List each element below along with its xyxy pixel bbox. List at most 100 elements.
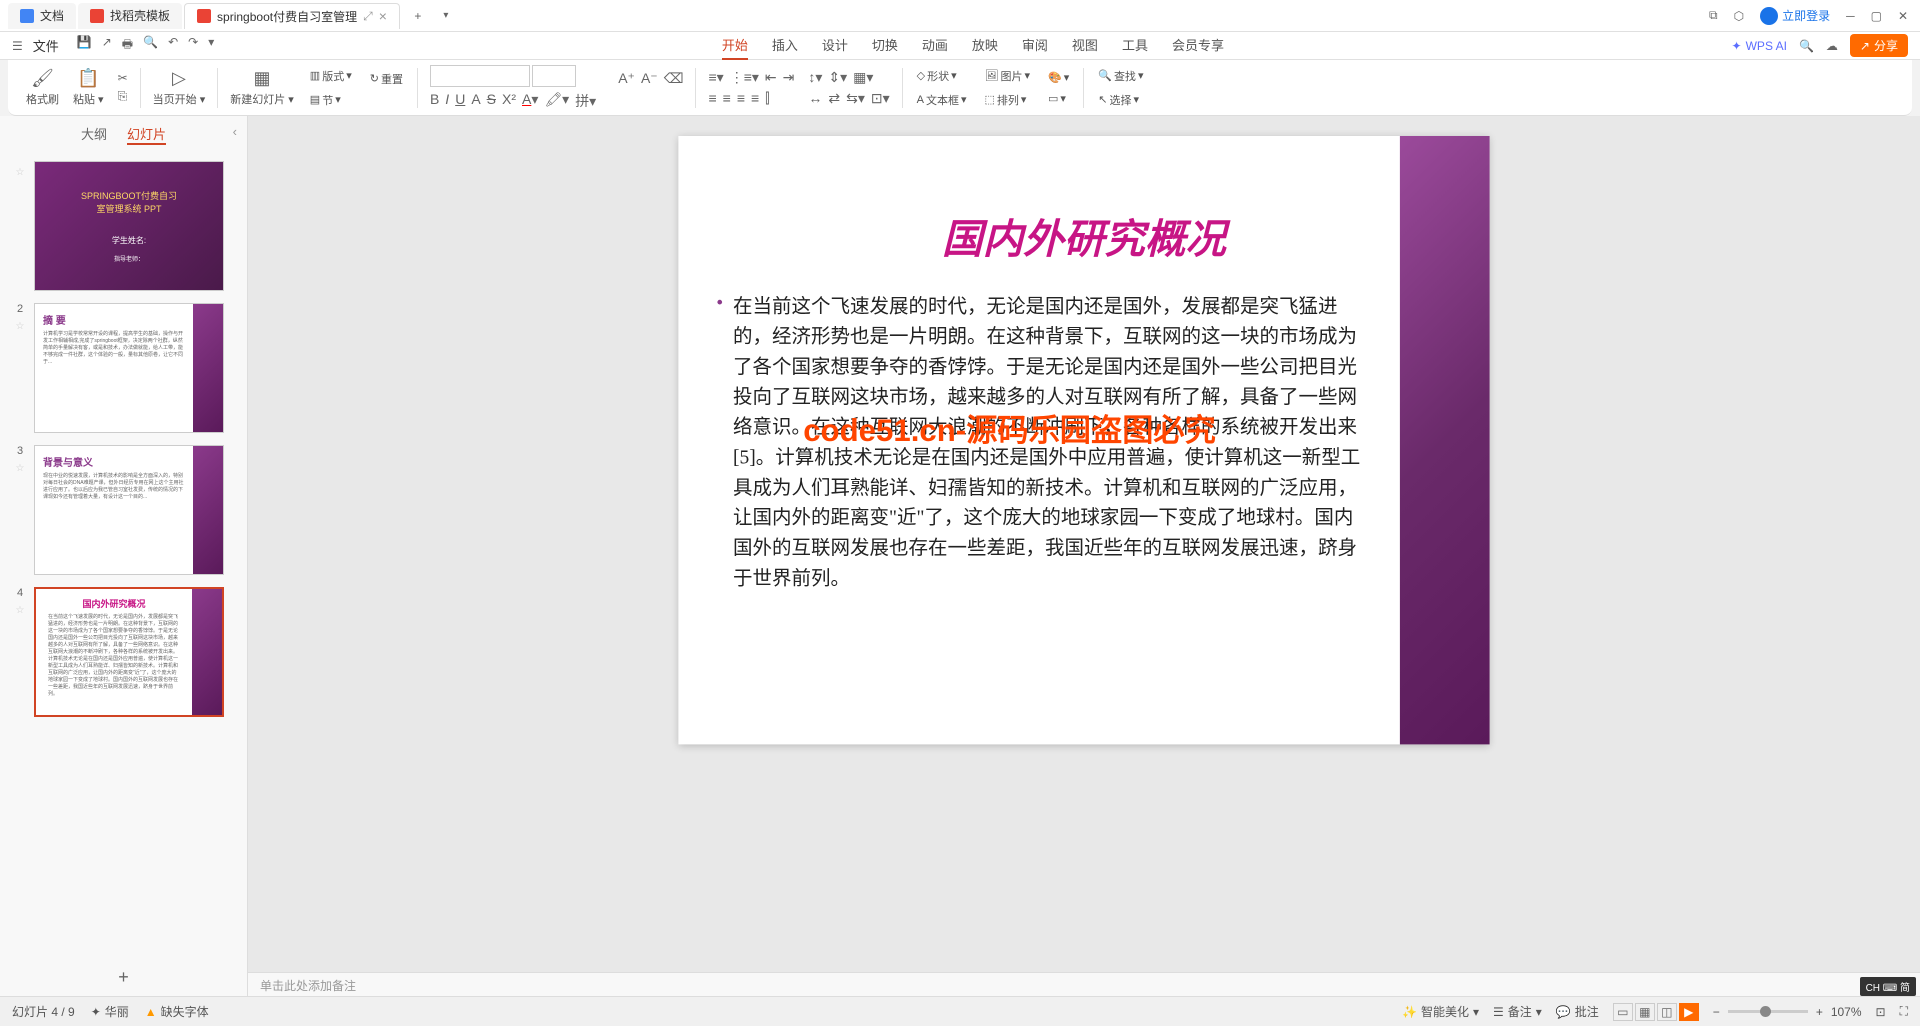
clear-format-icon[interactable]: ⌫ <box>664 70 684 87</box>
login-button[interactable]: 立即登录 <box>1760 7 1830 25</box>
missing-font-warning[interactable]: ▲缺失字体 <box>145 1003 209 1020</box>
star-icon[interactable]: ☆ <box>16 321 25 332</box>
doc-tab-1[interactable]: 文档 <box>8 3 76 29</box>
format-painter-button[interactable]: 🖌 格式刷 <box>26 68 59 107</box>
slide-thumb-2[interactable]: 摘 要 计算机学习是学校常常开设的课程，提高学生的基础，操作与开发工作相辅相成,… <box>34 303 224 433</box>
notes-button[interactable]: ☰备注▾ <box>1493 1003 1542 1020</box>
decrease-indent-icon[interactable]: ⇤ <box>765 69 777 86</box>
doc-tab-2[interactable]: 找稻壳模板 <box>78 3 182 29</box>
outline-button[interactable]: ▭▾ <box>1046 90 1071 107</box>
font-color-icon[interactable]: A▾ <box>522 91 538 111</box>
add-slide-button[interactable]: + <box>0 959 247 996</box>
increase-font-icon[interactable]: A⁺ <box>618 70 635 87</box>
share-button[interactable]: ↗ 分享 <box>1850 34 1908 57</box>
box-icon[interactable]: ⬡ <box>1734 9 1744 23</box>
tab-member[interactable]: 会员专享 <box>1172 31 1224 60</box>
close-icon[interactable]: × <box>379 8 387 24</box>
canvas-scroll[interactable]: 国内外研究概况 在当前这个飞速发展的时代，无论是国内还是国外，发展都是突飞猛进的… <box>248 116 1920 972</box>
multiwin-icon[interactable]: ⧉ <box>1709 8 1718 23</box>
save-icon[interactable]: 💾 <box>77 35 92 56</box>
expand-icon[interactable]: ⛶ <box>1900 1004 1908 1019</box>
slide-thumb-1[interactable]: SPRINGBOOT付费自习 室管理系统 PPT 学生姓名: 指导老师： <box>34 161 224 291</box>
minimize-icon[interactable]: ─ <box>1846 9 1855 23</box>
indent-icon[interactable]: ⇄ <box>828 90 840 107</box>
cloud-icon[interactable]: ☁ <box>1826 39 1838 53</box>
text-direction-icon[interactable]: ↕▾ <box>808 69 822 86</box>
line-spacing-icon[interactable]: ⇕▾ <box>828 69 847 86</box>
align-center-icon[interactable]: ≡ <box>723 90 731 107</box>
tab-start[interactable]: 开始 <box>722 31 748 60</box>
numbering-icon[interactable]: ⋮≡▾ <box>730 69 759 86</box>
star-icon[interactable]: ☆ <box>16 167 25 178</box>
tab-transition[interactable]: 切换 <box>872 31 898 60</box>
doc-tab-3[interactable]: springboot付费自习室管理 ⤢ × <box>184 3 400 29</box>
new-slide-button[interactable]: ▦ 新建幻灯片 ▾ <box>230 68 294 107</box>
tab-animation[interactable]: 动画 <box>922 31 948 60</box>
start-from-button[interactable]: ▷ 当页开始 ▾ <box>153 68 206 107</box>
normal-view-icon[interactable]: ▭ <box>1613 1003 1633 1021</box>
copy-icon[interactable]: ⎘ <box>118 89 128 104</box>
columns-icon[interactable]: ▦▾ <box>853 69 873 86</box>
italic-icon[interactable]: I <box>445 91 449 111</box>
underline-icon[interactable]: U <box>455 91 465 111</box>
fill-button[interactable]: 🎨▾ <box>1046 69 1071 86</box>
hamburger-icon[interactable]: ☰ <box>12 39 23 53</box>
slide-title[interactable]: 国内外研究概况 <box>942 206 1226 265</box>
star-icon[interactable]: ☆ <box>16 463 25 474</box>
add-tab-button[interactable]: + <box>406 4 430 28</box>
slide-canvas[interactable]: 国内外研究概况 在当前这个飞速发展的时代，无论是国内还是国外，发展都是突飞猛进的… <box>678 136 1489 744</box>
tab-insert[interactable]: 插入 <box>772 31 798 60</box>
thumbnail-list[interactable]: ☆ SPRINGBOOT付费自习 室管理系统 PPT 学生姓名: 指导老师： 2… <box>0 153 247 959</box>
tab-design[interactable]: 设计 <box>822 31 848 60</box>
tab-tools[interactable]: 工具 <box>1122 31 1148 60</box>
zoom-slider[interactable] <box>1728 1010 1808 1013</box>
slideshow-view-icon[interactable]: ▶ <box>1679 1003 1699 1021</box>
font-size-select[interactable] <box>532 65 576 87</box>
slide-thumb-3[interactable]: 背景与意义 现在中业的悦速发展，计算机技术的影响是全方面深入的，特别对每日社会的… <box>34 445 224 575</box>
align-right-icon[interactable]: ≡ <box>737 90 745 107</box>
increase-indent-icon[interactable]: ⇥ <box>783 69 795 86</box>
decrease-font-icon[interactable]: A⁻ <box>641 70 658 87</box>
align-left-icon[interactable]: ≡ <box>708 90 716 107</box>
reading-view-icon[interactable]: ◫ <box>1657 1003 1677 1021</box>
close-window-icon[interactable]: ✕ <box>1898 9 1908 23</box>
tab-menu-button[interactable]: ▾ <box>434 4 458 28</box>
beautify-button[interactable]: ✨智能美化▾ <box>1402 1003 1479 1020</box>
zoom-out-icon[interactable]: − <box>1713 1005 1720 1019</box>
highlight-icon[interactable]: 🖍▾ <box>544 91 569 111</box>
bold-icon[interactable]: B <box>430 91 439 111</box>
find-button[interactable]: 🔍查找 ▾ <box>1096 66 1145 86</box>
star-icon[interactable]: ☆ <box>16 605 25 616</box>
section-button[interactable]: ▤节 ▾ <box>308 90 354 110</box>
theme-indicator[interactable]: ✦华丽 <box>91 1003 129 1020</box>
distribute-icon[interactable]: ⫿ <box>765 90 769 107</box>
undo-icon[interactable]: ↶ <box>168 35 178 56</box>
slide-thumb-4[interactable]: 国内外研究概况 在当前这个飞速发展的时代，无论是国内外，发展都是突飞猛进的，经济… <box>34 587 224 717</box>
justify-icon[interactable]: ≡ <box>751 90 759 107</box>
zoom-in-icon[interactable]: + <box>1816 1005 1823 1019</box>
shadow-icon[interactable]: A <box>471 91 480 111</box>
layout-button[interactable]: ▥版式 ▾ <box>308 66 354 86</box>
pinyin-icon[interactable]: 拼▾ <box>575 91 596 111</box>
collapse-icon[interactable]: ‹ <box>233 124 237 139</box>
arrange-button[interactable]: ⬚排列 ▾ <box>983 90 1033 110</box>
tab-outline[interactable]: 大纲 <box>81 124 107 145</box>
maximize-icon[interactable]: ▢ <box>1871 9 1882 23</box>
tab-slides[interactable]: 幻灯片 <box>127 124 166 145</box>
redo-icon[interactable]: ↷ <box>188 35 198 56</box>
picture-button[interactable]: 🖼图片 ▾ <box>983 66 1033 86</box>
textbox-button[interactable]: A文本框 ▾ <box>915 90 969 110</box>
tab-view[interactable]: 视图 <box>1072 31 1098 60</box>
file-menu[interactable]: 文件 <box>33 36 59 55</box>
font-family-select[interactable] <box>430 65 530 87</box>
strike-icon[interactable]: S <box>487 91 496 111</box>
shape-button[interactable]: ◇形状 ▾ <box>915 66 969 86</box>
notes-pane[interactable]: 单击此处添加备注 <box>248 972 1920 996</box>
select-button[interactable]: ↖选择 ▾ <box>1096 90 1145 110</box>
tab-review[interactable]: 审阅 <box>1022 31 1048 60</box>
bullets-icon[interactable]: ≡▾ <box>708 69 723 86</box>
paste-button[interactable]: 📋 粘贴 ▾ <box>73 68 104 107</box>
qat-dropdown-icon[interactable]: ▾ <box>208 35 214 56</box>
print-icon[interactable]: 🖶 <box>122 35 133 56</box>
sorter-view-icon[interactable]: ▦ <box>1635 1003 1655 1021</box>
